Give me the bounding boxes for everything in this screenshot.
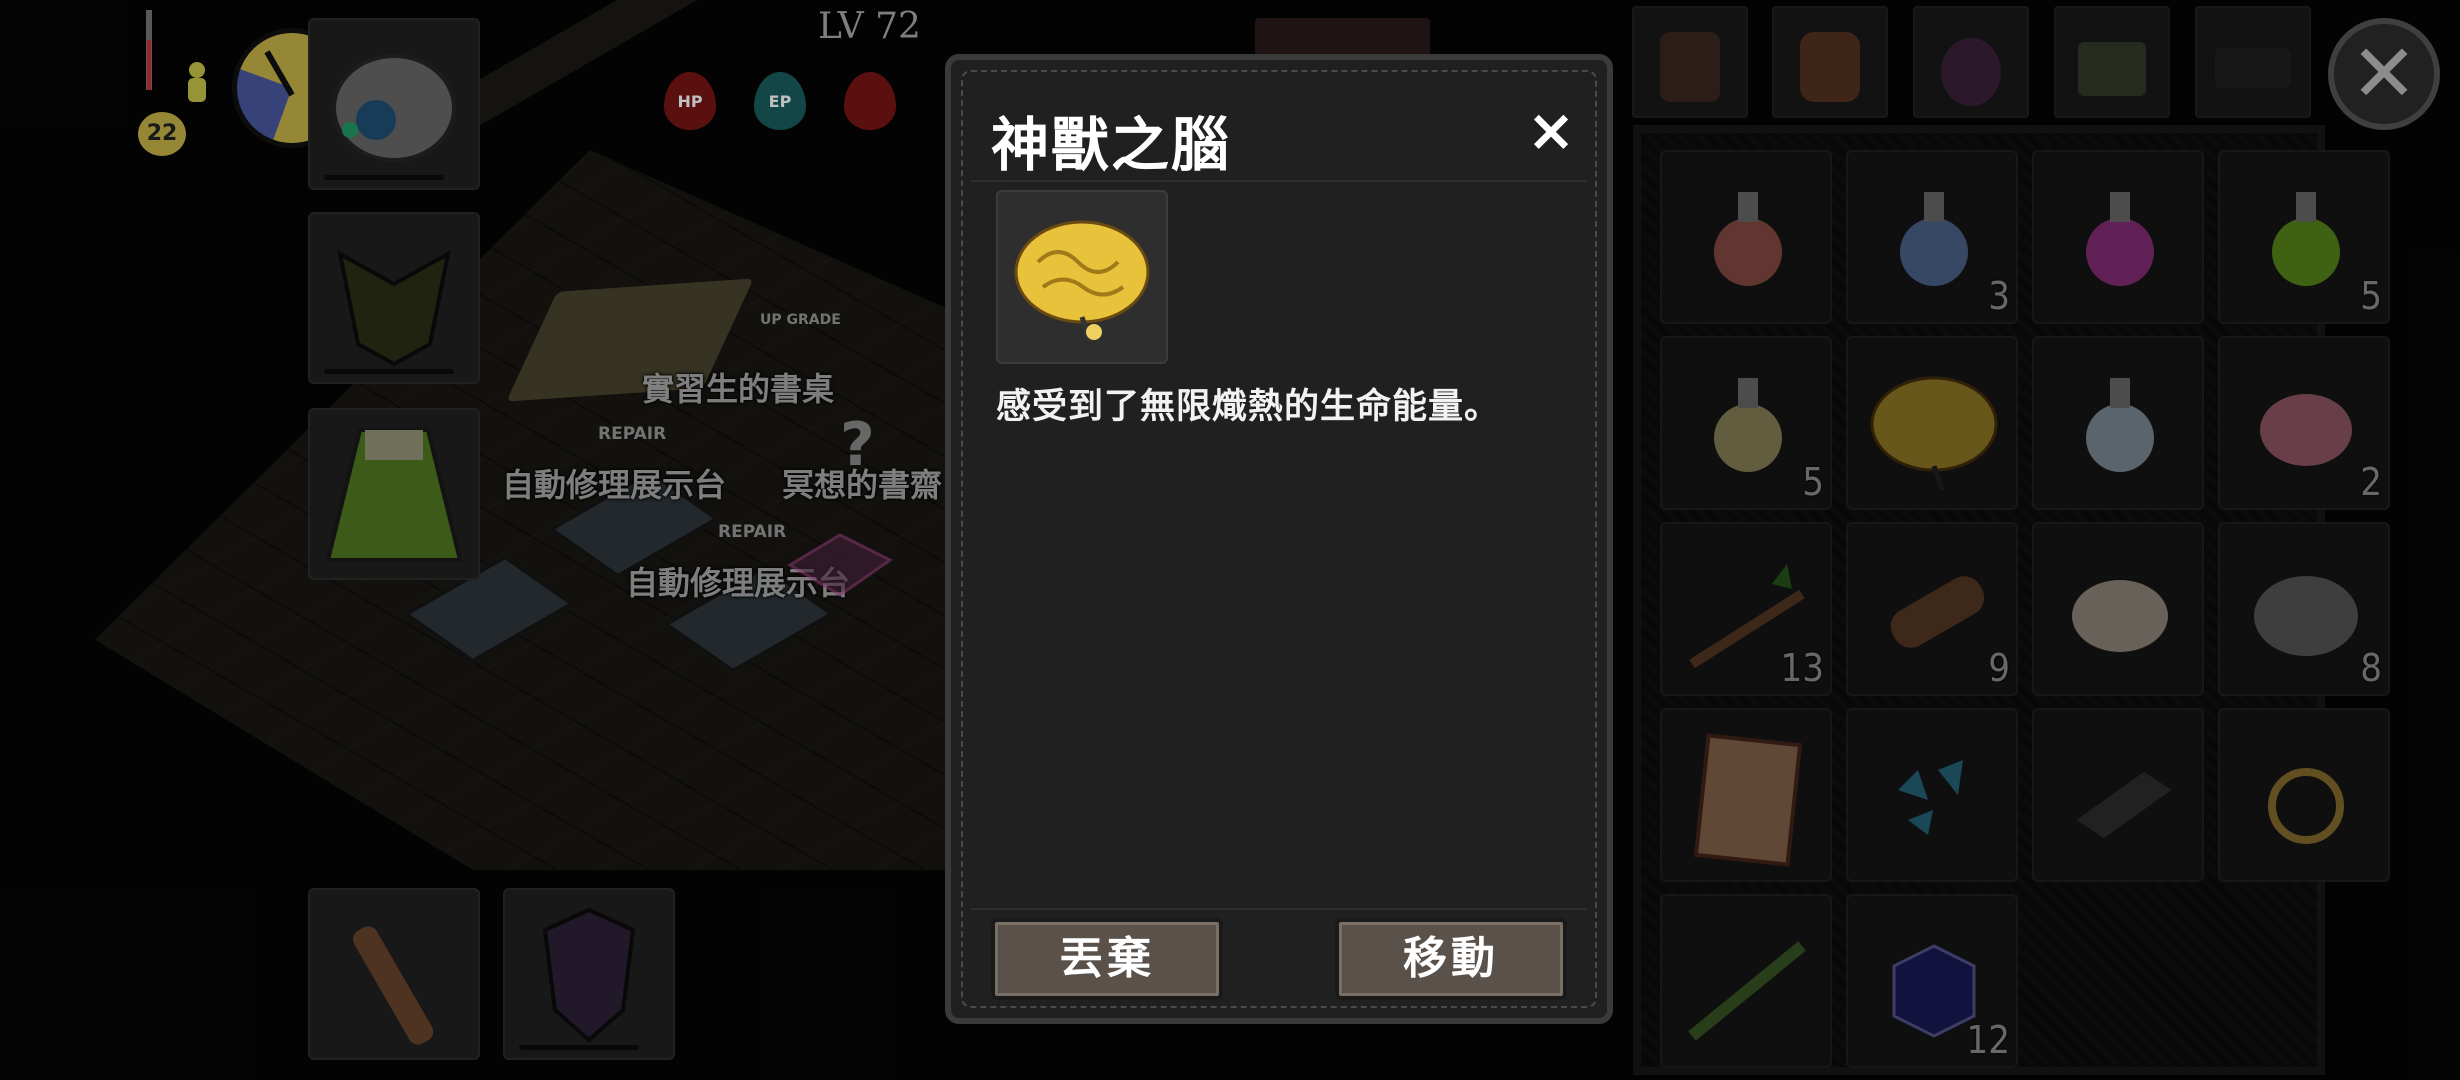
item-name: 神獸之腦 (991, 111, 1232, 179)
golden-brain-icon (1014, 220, 1150, 343)
item-description: 感受到了無限熾熱的生命能量。 (996, 387, 1501, 427)
discard-button[interactable]: 丟棄 (991, 918, 1223, 1000)
divider (971, 908, 1587, 910)
close-dialog-button[interactable]: × (1521, 100, 1581, 160)
move-button[interactable]: 移動 (1335, 918, 1567, 1000)
divider (971, 180, 1587, 182)
item-preview (996, 190, 1168, 364)
item-detail-dialog: 神獸之腦 × 感受到了無限熾熱的生命能量。 丟棄 移動 (945, 54, 1613, 1024)
